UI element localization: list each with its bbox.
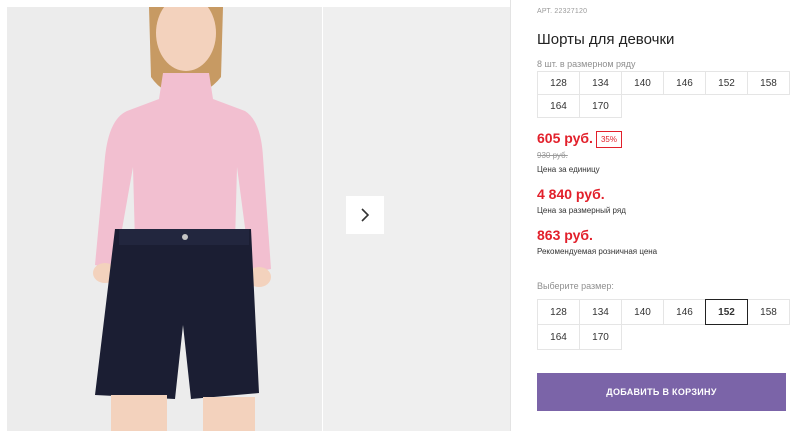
product-title: Шорты для девочки [537,31,675,48]
old-price: 930 руб. [537,151,568,160]
size-row-item: 170 [579,94,622,118]
size-select-caption: Выберите размер: [537,281,614,291]
size-row-item: 128 [537,71,580,95]
add-to-cart-button[interactable]: ДОБАВИТЬ В КОРЗИНУ [537,373,786,411]
size-option[interactable]: 140 [621,299,664,325]
product-photo-main[interactable] [7,7,322,431]
size-row-caption: 8 шт. в размерном ряду [537,59,636,69]
size-row-price: 4 840 руб. [537,186,605,202]
panel-divider [510,0,511,431]
size-row-item: 134 [579,71,622,95]
discount-badge: 35% [596,131,622,148]
retail-price: 863 руб. [537,227,593,243]
unit-price-label: Цена за единицу [537,165,600,174]
size-option[interactable]: 164 [537,324,580,350]
retail-price-label: Рекомендуемая розничная цена [537,247,658,256]
size-row-item: 152 [705,71,748,95]
product-gallery [0,0,510,431]
size-option[interactable]: 134 [579,299,622,325]
size-row-item: 146 [663,71,706,95]
article-number: АРТ. 22327120 [537,8,588,15]
size-row-item: 164 [537,94,580,118]
size-select-grid: 128 134 140 146 152 158 164 170 [537,299,790,350]
size-option[interactable]: 170 [579,324,622,350]
size-option[interactable]: 128 [537,299,580,325]
chevron-right-icon [361,208,370,222]
gallery-next-button[interactable] [346,196,384,234]
size-row-item: 140 [621,71,664,95]
size-option[interactable]: 158 [747,299,790,325]
unit-price: 605 руб. [537,130,593,146]
size-row-price-label: Цена за размерный ряд [537,206,626,215]
size-option-selected[interactable]: 152 [705,299,748,325]
product-photo-image [7,7,322,431]
size-option[interactable]: 146 [663,299,706,325]
size-row-item: 158 [747,71,790,95]
size-row-grid: 128 134 140 146 152 158 164 170 [537,71,790,118]
